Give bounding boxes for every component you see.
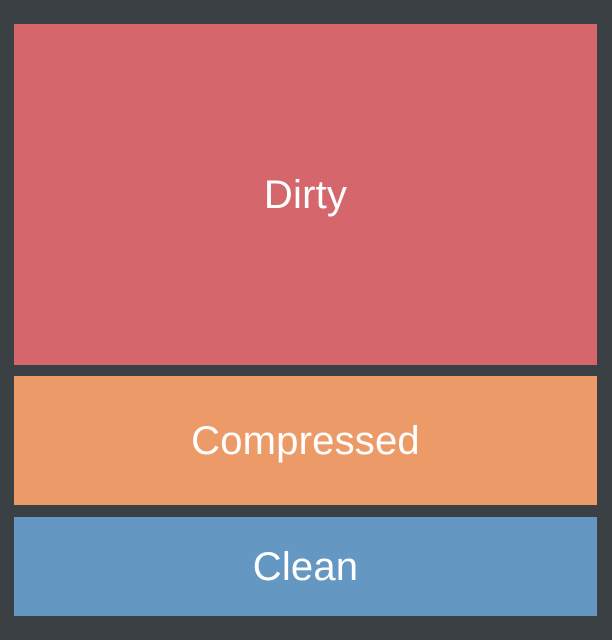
dirty-label: Dirty [263, 172, 348, 217]
clean-block: Clean [14, 517, 597, 616]
compressed-label: Compressed [191, 418, 420, 463]
clean-label: Clean [252, 544, 359, 589]
compressed-block: Compressed [14, 376, 597, 505]
dirty-block: Dirty [14, 24, 597, 365]
memory-stack-diagram: Dirty Compressed Clean [0, 0, 612, 640]
